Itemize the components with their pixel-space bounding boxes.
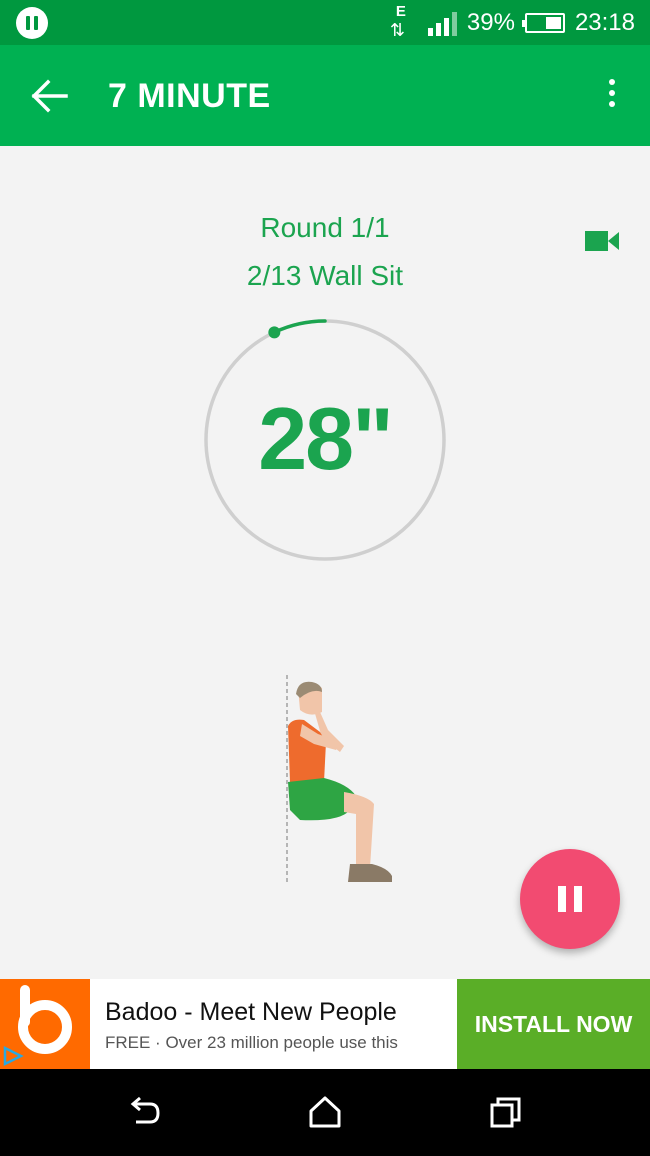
ad-choices-icon[interactable] <box>2 1045 24 1067</box>
exercise-label: 2/13 Wall Sit <box>246 260 404 291</box>
ad-banner[interactable]: Badoo - Meet New People FREE · Over 23 m… <box>0 979 650 1069</box>
app-bar: 7 MINUTE <box>0 45 650 146</box>
round-label: Round 1/1 <box>260 212 390 243</box>
data-transfer-icon: E ⇅ <box>389 2 406 40</box>
wall-sit-illustration <box>286 675 392 885</box>
progress-dot <box>268 326 281 339</box>
status-bar: E ⇅ 39% 23:18 <box>0 0 650 45</box>
system-nav-bar <box>0 1069 650 1156</box>
recents-icon[interactable] <box>487 1094 523 1130</box>
ad-subtitle: FREE · Over 23 million people use this <box>105 1033 398 1052</box>
more-options-icon[interactable] <box>606 79 618 111</box>
install-now-button[interactable]: INSTALL NOW <box>457 979 650 1069</box>
pause-notification-icon <box>16 7 48 39</box>
progress-arc <box>272 319 327 335</box>
battery-icon <box>521 12 565 33</box>
ad-title[interactable]: Badoo - Meet New People <box>105 998 397 1027</box>
countdown-value: 28" <box>258 389 394 488</box>
pause-button[interactable] <box>520 849 620 949</box>
status-icons: E ⇅ 39% 23:18 <box>388 0 635 45</box>
signal-icon <box>427 10 457 36</box>
battery-percent: 39% <box>466 8 515 36</box>
network-type-label: E <box>395 2 406 20</box>
video-icon[interactable] <box>584 229 620 253</box>
page-title: 7 MINUTE <box>108 77 271 115</box>
clock: 23:18 <box>574 8 635 36</box>
home-icon[interactable] <box>307 1094 343 1130</box>
back-arrow-icon[interactable] <box>30 77 70 115</box>
back-icon[interactable] <box>126 1094 162 1130</box>
